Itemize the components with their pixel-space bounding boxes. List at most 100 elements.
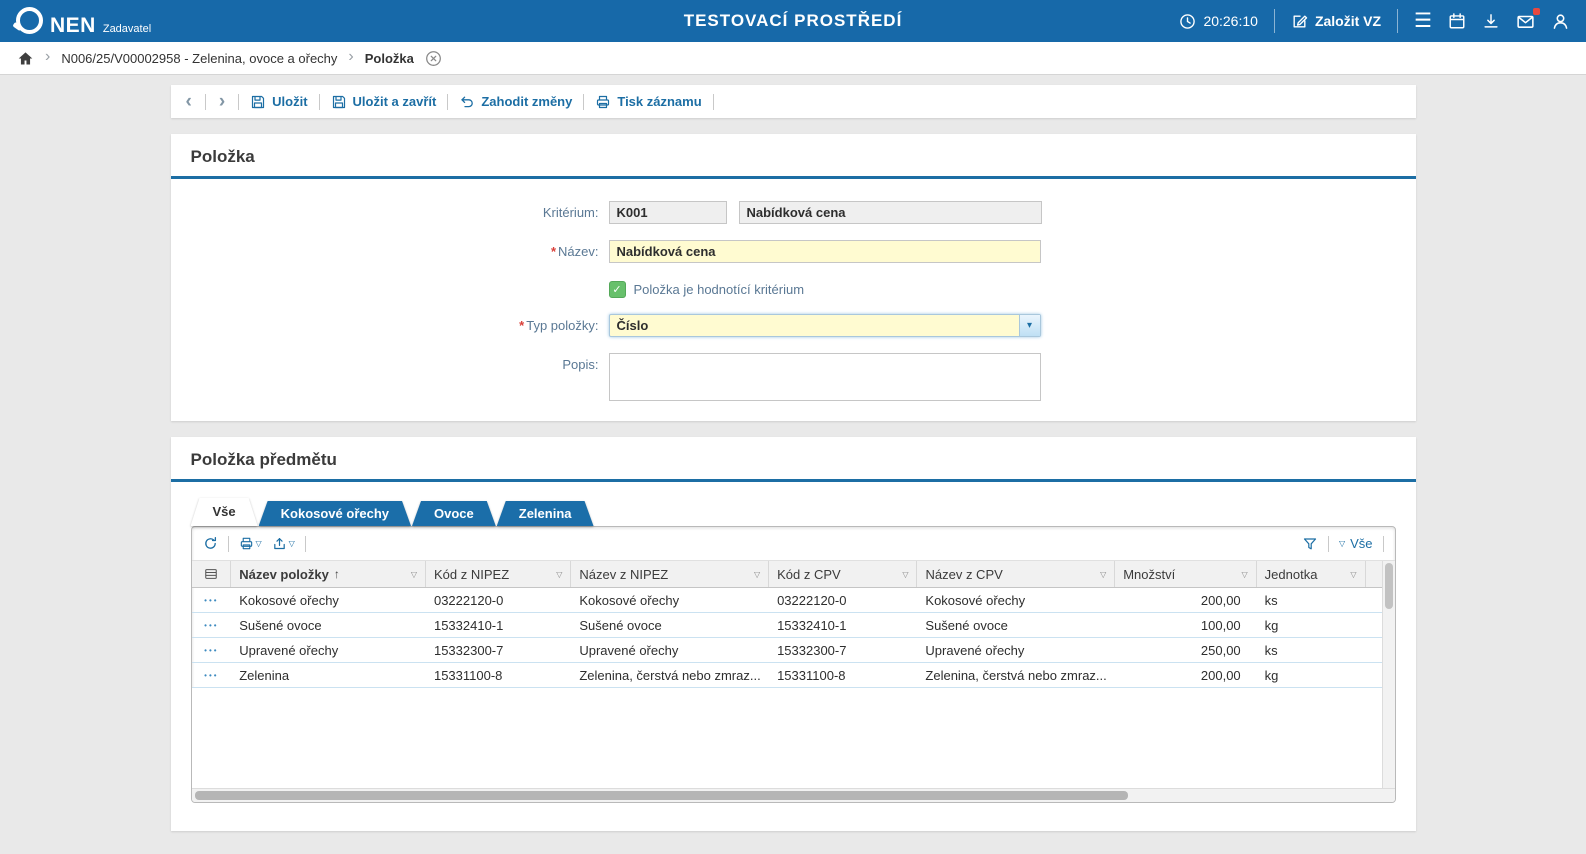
- subject-items-grid: ▽ ▽ ▽ Vše: [191, 526, 1396, 803]
- export-button[interactable]: ▽: [272, 536, 295, 551]
- save-button[interactable]: Uložit: [250, 94, 307, 110]
- column-header-jednotka[interactable]: Jednotka ▽: [1257, 561, 1366, 587]
- printer-icon: [239, 536, 254, 551]
- nav-forward-button[interactable]: ›: [217, 92, 227, 111]
- divider: [238, 94, 239, 110]
- vertical-scrollbar[interactable]: [1382, 561, 1395, 788]
- menu-button[interactable]: ☰: [1414, 11, 1432, 31]
- cell-nazev-nipez: Sušené ovoce: [571, 618, 769, 633]
- type-select-dropdown-button[interactable]: ▾: [1019, 315, 1040, 336]
- column-header-nazev-z-cpv[interactable]: Název z CPV ▽: [917, 561, 1115, 587]
- column-header-nazev-polozky[interactable]: Název položky ↑ ▽: [231, 561, 426, 587]
- filter-caret-icon[interactable]: ▽: [407, 570, 417, 579]
- description-textarea[interactable]: [609, 353, 1041, 401]
- table-row[interactable]: ••• Kokosové ořechy 03222120-0 Kokosové …: [192, 588, 1382, 613]
- criterion-code-field[interactable]: [609, 201, 727, 224]
- required-marker: *: [519, 318, 524, 333]
- tab-vse[interactable]: Vše: [191, 498, 258, 526]
- horizontal-scrollbar-thumb[interactable]: [195, 791, 1129, 800]
- divider: [205, 94, 206, 110]
- criterion-name-field[interactable]: [739, 201, 1042, 224]
- cell-nazev-nipez: Upravené ořechy: [571, 643, 769, 658]
- grid-print-button[interactable]: ▽: [239, 536, 262, 551]
- cell-nazev-cpv: Upravené ořechy: [917, 643, 1115, 658]
- is-criterion-checkbox-group: ✓ Položka je hodnotící kritérium: [609, 281, 805, 298]
- column-header-kod-z-nipez[interactable]: Kód z NIPEZ ▽: [426, 561, 571, 587]
- filter-caret-icon[interactable]: ▽: [1346, 570, 1356, 579]
- grid-toolbar: ▽ ▽ ▽ Vše: [192, 527, 1395, 561]
- cell-mnozstvi: 100,00: [1115, 618, 1257, 633]
- criterion-label: Kritérium:: [171, 201, 609, 220]
- print-record-button[interactable]: Tisk záznamu: [595, 94, 701, 110]
- type-select-value: Číslo: [610, 318, 1019, 333]
- table-row[interactable]: ••• Sušené ovoce 15332410-1 Sušené ovoce…: [192, 613, 1382, 638]
- grid-view-filter-dropdown[interactable]: ▽ Vše: [1339, 536, 1373, 551]
- subject-panel-title: Položka předmětu: [171, 437, 1416, 482]
- close-icon: [425, 50, 442, 67]
- cell-kod-cpv: 15332410-1: [769, 618, 917, 633]
- save-and-close-button[interactable]: Uložit a zavřít: [331, 94, 437, 110]
- grid-view-filter-label: Vše: [1350, 536, 1372, 551]
- messages-button[interactable]: [1516, 12, 1535, 31]
- refresh-button[interactable]: [203, 536, 218, 551]
- name-field[interactable]: [609, 240, 1041, 263]
- description-label: Popis:: [171, 353, 609, 372]
- create-vz-button[interactable]: Založit VZ: [1291, 13, 1381, 30]
- column-header-kod-z-cpv[interactable]: Kód z CPV ▽: [769, 561, 917, 587]
- page-content: ‹ › Uložit Uložit a zavřít Zahodit změny: [171, 85, 1416, 831]
- close-tab-button[interactable]: [425, 50, 442, 67]
- divider: [1328, 536, 1329, 552]
- profile-button[interactable]: [1551, 12, 1570, 31]
- calendar-button[interactable]: [1448, 12, 1466, 30]
- cell-kod-cpv: 03222120-0: [769, 593, 917, 608]
- home-button[interactable]: [17, 50, 34, 67]
- tab-zelenina[interactable]: Zelenina: [497, 501, 594, 526]
- vertical-scrollbar-thumb[interactable]: [1385, 563, 1393, 609]
- current-time: 20:26:10: [1203, 13, 1258, 29]
- divider: [305, 536, 306, 552]
- table-row[interactable]: ••• Upravené ořechy 15332300-7 Upravené …: [192, 638, 1382, 663]
- nav-back-button[interactable]: ‹: [184, 92, 194, 111]
- column-header-nazev-z-nipez[interactable]: Název z NIPEZ ▽: [571, 561, 769, 587]
- app-role-label: Zadavatel: [103, 24, 151, 35]
- divider: [447, 94, 448, 110]
- filter-caret-icon[interactable]: ▽: [898, 570, 908, 579]
- download-button[interactable]: [1482, 12, 1500, 30]
- hamburger-icon: ☰: [1414, 11, 1432, 31]
- row-menu-button[interactable]: •••: [192, 671, 232, 680]
- discard-changes-button[interactable]: Zahodit změny: [459, 94, 572, 110]
- row-menu-button[interactable]: •••: [192, 646, 232, 655]
- filter-caret-icon[interactable]: ▽: [1096, 570, 1106, 579]
- filter-caret-icon[interactable]: ▽: [1238, 570, 1248, 579]
- tab-kokosove-orechy[interactable]: Kokosové ořechy: [259, 501, 411, 526]
- column-header-mnozstvi[interactable]: Množství ▽: [1115, 561, 1256, 587]
- app-name: NEN: [50, 15, 96, 36]
- type-label: *Typ položky:: [171, 314, 609, 333]
- calendar-icon: [1448, 12, 1466, 30]
- item-panel-title: Položka: [171, 134, 1416, 179]
- row-menu-button[interactable]: •••: [192, 596, 232, 605]
- breadcrumb-item-procurement[interactable]: N006/25/V00002958 - Zelenina, ovoce a oř…: [61, 51, 337, 66]
- divider: [1397, 9, 1398, 33]
- divider: [228, 536, 229, 552]
- filter-caret-icon[interactable]: ▽: [552, 570, 562, 579]
- filter-caret-icon[interactable]: ▽: [750, 570, 760, 579]
- row-menu-button[interactable]: •••: [192, 621, 232, 630]
- cell-nazev: Upravené ořechy: [231, 643, 426, 658]
- cell-jednotka: kg: [1257, 668, 1366, 683]
- horizontal-scrollbar[interactable]: [192, 788, 1395, 802]
- filter-button[interactable]: [1302, 536, 1318, 552]
- type-select[interactable]: Číslo ▾: [609, 314, 1041, 337]
- server-time: 20:26:10: [1179, 13, 1258, 30]
- app-logo[interactable]: NEN Zadavatel: [16, 7, 151, 36]
- chevron-down-icon: ▾: [1027, 320, 1032, 331]
- cell-nazev-nipez: Kokosové ořechy: [571, 593, 769, 608]
- column-chooser-button[interactable]: [192, 561, 232, 587]
- table-row[interactable]: ••• Zelenina 15331100-8 Zelenina, čerstv…: [192, 663, 1382, 688]
- name-row: *Název:: [171, 240, 1416, 263]
- tab-ovoce[interactable]: Ovoce: [412, 501, 496, 526]
- divider: [319, 94, 320, 110]
- check-icon: ✓: [612, 283, 621, 296]
- cell-kod-nipez: 03222120-0: [426, 593, 571, 608]
- is-criterion-checkbox[interactable]: ✓: [609, 281, 626, 298]
